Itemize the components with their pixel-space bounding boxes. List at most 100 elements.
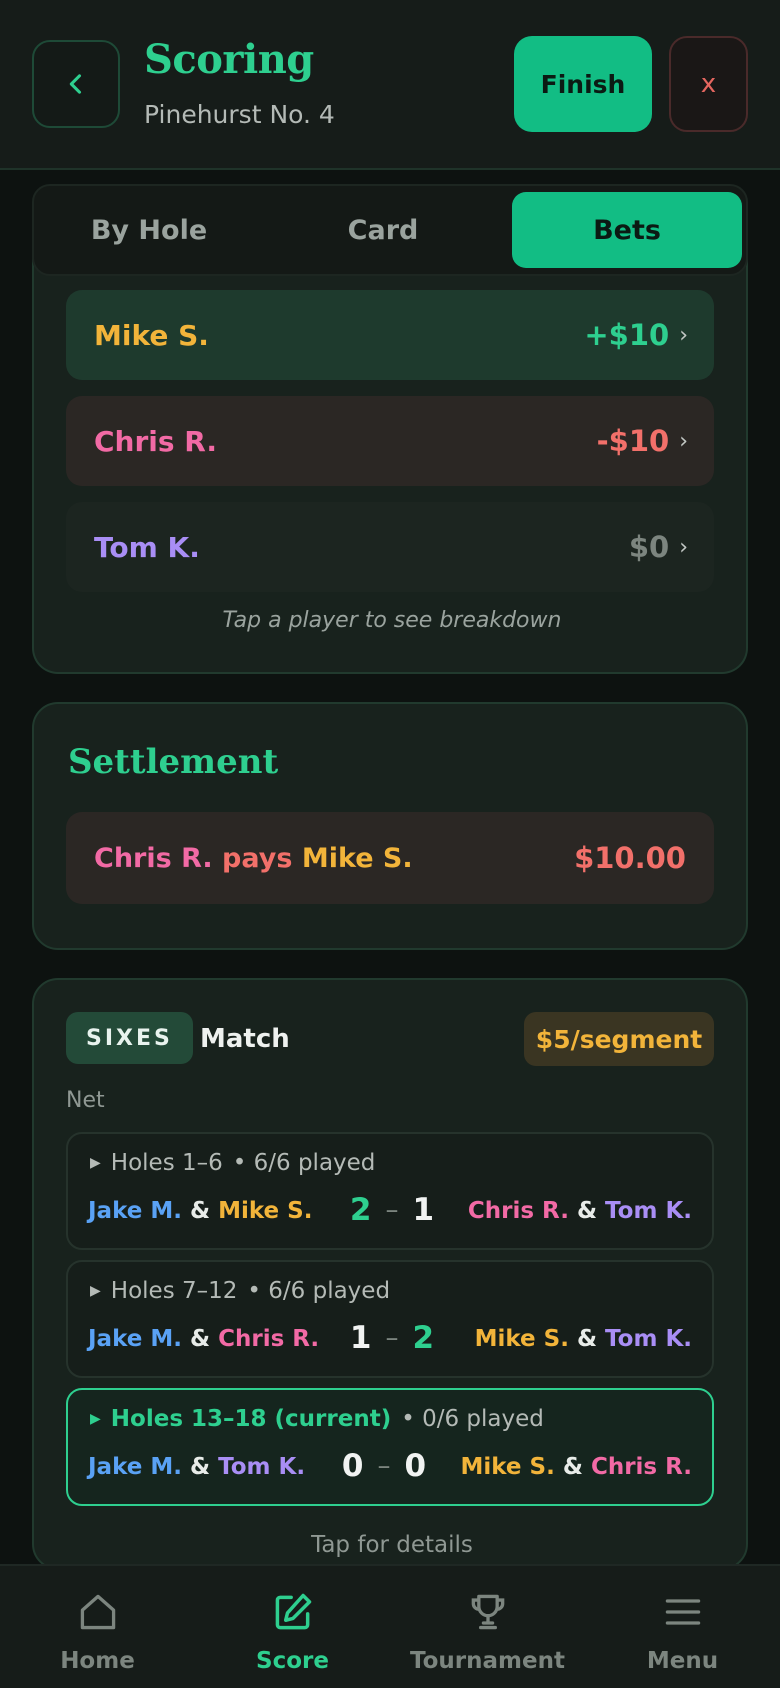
ampersand: & [576,1198,598,1224]
segment-played: • 6/6 played [247,1278,391,1304]
nav-label: Score [256,1648,329,1674]
ampersand: & [562,1454,583,1480]
bets-standings-card: Mike S. +$10 › Chris R. -$10 › Tom K. $0… [32,250,748,674]
player-amount: +$10 › [584,318,688,352]
game-type-badge: SIXES [66,1012,193,1064]
nav-label: Tournament [410,1648,565,1674]
segment-score: 2 – 1 [332,1192,452,1228]
menu-icon [665,1599,701,1625]
player-name: Chris R. [94,424,218,458]
trophy-icon [471,1594,505,1630]
segment-holes-7-12[interactable]: ▶ Holes 7–12 • 6/6 played Jake M. & Chri… [66,1260,714,1378]
score-right: 1 [412,1192,435,1228]
nav-menu[interactable]: Menu [585,1566,780,1688]
view-tabs: By Hole Card Bets [32,184,748,276]
amount-value: +$10 [584,318,670,352]
team-right: Mike S. & Chris R. [460,1454,692,1480]
player-name: Mike S. [460,1454,555,1480]
score-separator: – [377,1451,391,1481]
team-left: Jake M. & Chris R. [88,1326,319,1352]
segment-score: 1 – 2 [332,1320,452,1356]
player-name: Tom K. [94,530,200,564]
ampersand: & [190,1198,211,1224]
score-right: 2 [412,1320,435,1356]
player-row-mike[interactable]: Mike S. +$10 › [66,290,714,380]
segment-holes: Holes 13–18 (current) [110,1406,392,1432]
team-left: Jake M. & Tom K. [88,1454,305,1480]
settlement-amount: $10.00 [574,841,686,875]
segment-played: • 0/6 played [401,1406,544,1432]
settlement-card: Settlement Chris R. pays Mike S. $10.00 [32,702,748,950]
player-name: Jake M. [88,1454,182,1480]
course-name: Pinehurst No. 4 [144,100,335,129]
tab-by-hole[interactable]: By Hole [34,192,264,268]
player-name: Tom K. [605,1326,692,1352]
settlement-row[interactable]: Chris R. pays Mike S. $10.00 [66,812,714,904]
player-name: Chris R. [467,1198,569,1224]
segment-played: • 6/6 played [232,1150,376,1176]
score-separator: – [385,1195,399,1225]
pays-label: pays [222,842,293,874]
player-name: Jake M. [88,1326,182,1352]
stake-badge: $5/segment [524,1012,714,1066]
player-name: Tom K. [218,1454,306,1480]
scoring-screen: Scoring Pinehurst No. 4 Finish x Mike S.… [0,0,780,1688]
caret-right-icon: ▶ [90,1283,101,1299]
player-name: Chris R. [218,1326,320,1352]
chevron-right-icon: › [679,322,688,348]
amount-value: -$10 [596,424,670,458]
player-name: Mike S. [94,318,209,352]
chevron-right-icon: › [679,428,688,454]
player-amount: -$10 › [597,424,688,458]
match-label: Match [200,1024,290,1054]
player-name: Mike S. [218,1198,313,1224]
player-name: Jake M. [88,1198,182,1224]
nav-label: Home [60,1648,135,1674]
scoring-mode: Net [66,1088,105,1113]
chevron-left-icon [69,74,82,94]
team-right: Chris R. & Tom K. [468,1198,692,1224]
chevron-right-icon: › [679,534,688,560]
edit-icon [275,1593,312,1630]
score-left: 2 [349,1192,372,1228]
score-right: 0 [404,1448,427,1484]
finish-button[interactable]: Finish [514,36,652,132]
amount-value: $0 [628,530,670,564]
nav-home[interactable]: Home [0,1566,195,1688]
caret-right-icon: ▶ [90,1155,101,1171]
player-name: Tom K. [605,1198,692,1224]
nav-label: Menu [646,1648,719,1674]
breakdown-hint: Tap a player to see breakdown [222,608,562,633]
back-button[interactable] [32,40,120,128]
settlement-text: Chris R. pays Mike S. [94,843,413,874]
ampersand: & [576,1326,598,1352]
segment-header: ▶ Holes 1–6 • 6/6 played [90,1150,375,1176]
segment-holes: Holes 7–12 [110,1278,238,1304]
team-right: Mike S. & Tom K. [475,1326,692,1352]
nav-tournament[interactable]: Tournament [390,1566,585,1688]
home-icon [80,1594,116,1630]
nav-score[interactable]: Score [195,1566,390,1688]
bottom-nav: Home Score Tournament Menu [0,1564,780,1688]
tab-card[interactable]: Card [268,192,498,268]
segment-holes-1-6[interactable]: ▶ Holes 1–6 • 6/6 played Jake M. & Mike … [66,1132,714,1250]
player-row-chris[interactable]: Chris R. -$10 › [66,396,714,486]
player-row-tom[interactable]: Tom K. $0 › [66,502,714,592]
page-title: Scoring [144,36,314,83]
payer-name: Chris R. [94,842,213,874]
sixes-card[interactable]: SIXES Match $5/segment Net ▶ Holes 1–6 •… [32,978,748,1570]
player-amount: $0 › [629,530,688,564]
score-separator: – [385,1323,399,1353]
segment-holes: Holes 1–6 [110,1150,223,1176]
settlement-title: Settlement [68,742,279,782]
player-name: Chris R. [590,1454,692,1480]
team-left: Jake M. & Mike S. [88,1198,312,1224]
ampersand: & [190,1454,211,1480]
app-header: Scoring Pinehurst No. 4 Finish x [0,0,780,170]
tab-bets[interactable]: Bets [512,192,742,268]
close-button[interactable]: x [669,36,748,132]
segment-holes-13-18[interactable]: ▶ Holes 13–18 (current) • 0/6 played Jak… [66,1388,714,1506]
score-left: 1 [349,1320,372,1356]
player-name: Mike S. [474,1326,569,1352]
segment-header: ▶ Holes 7–12 • 6/6 played [90,1278,390,1304]
